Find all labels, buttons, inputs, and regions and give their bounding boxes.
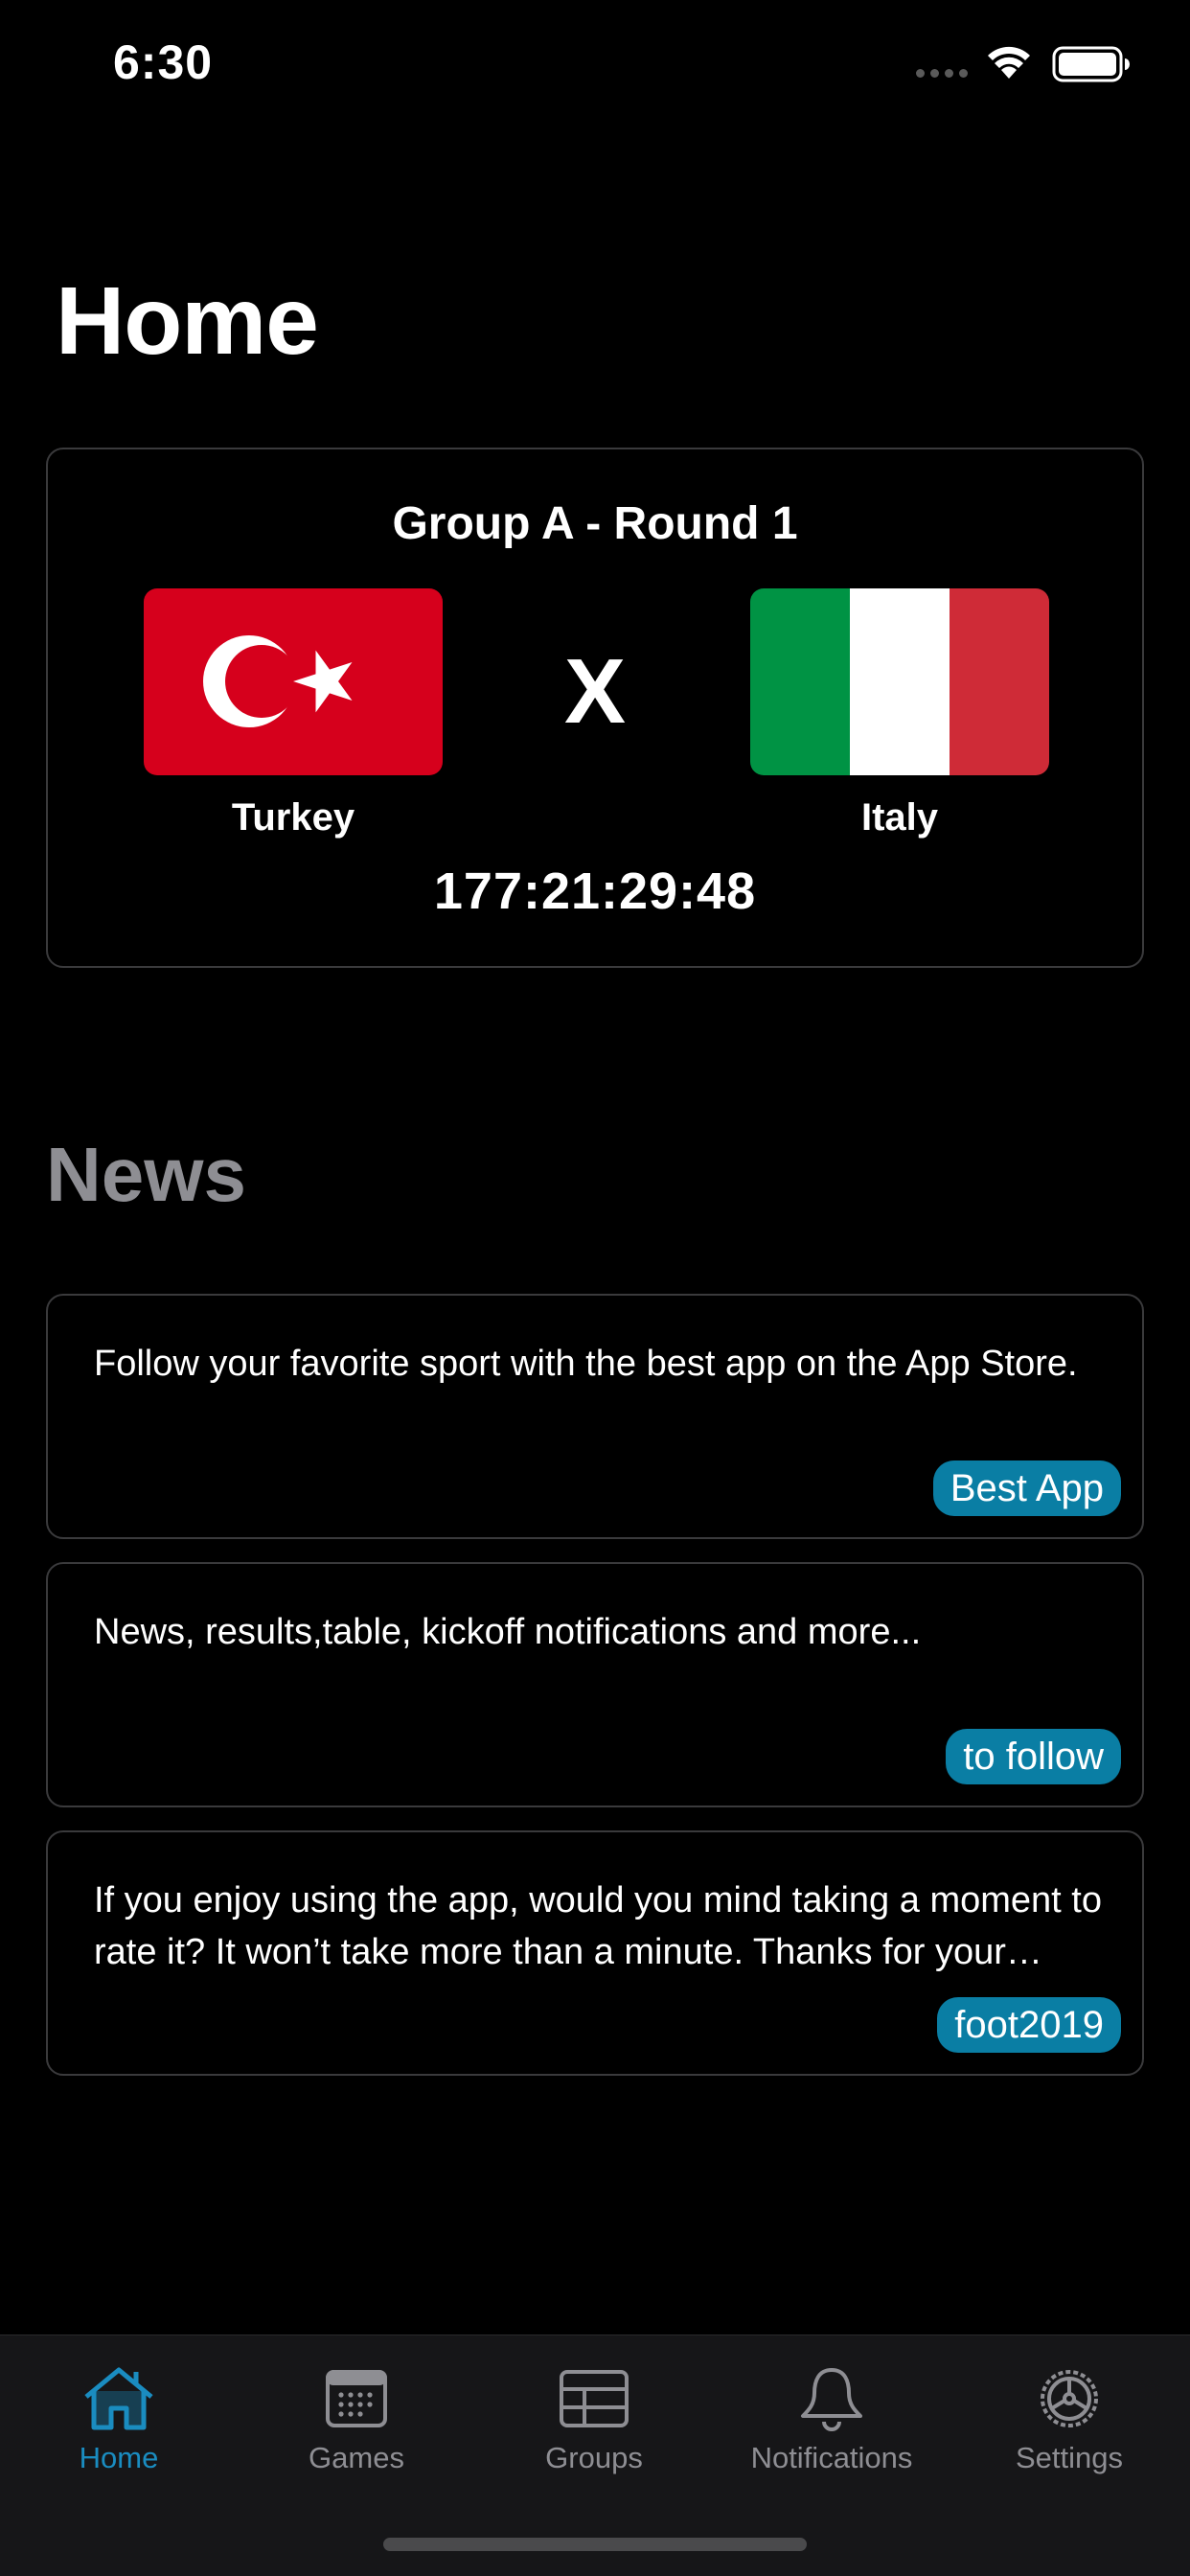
tab-settings-label: Settings [1015, 2441, 1123, 2474]
next-match-card[interactable]: Group A - Round 1 Turkey X Italy 177:21:… [46, 448, 1144, 968]
news-item[interactable]: If you enjoy using the app, would you mi… [46, 1830, 1144, 2076]
news-item-tag: foot2019 [937, 1997, 1121, 2053]
match-countdown: 177:21:29:48 [433, 862, 757, 920]
news-item-text: Follow your favorite sport with the best… [94, 1344, 1078, 1384]
tab-games-label: Games [309, 2441, 404, 2474]
tab-home-label: Home [79, 2441, 159, 2474]
tab-groups-label: Groups [545, 2441, 643, 2474]
news-item-tag: Best App [932, 1460, 1121, 1516]
match-round-label: Group A - Round 1 [392, 498, 798, 549]
wifi-icon [988, 46, 1030, 79]
status-time: 6:30 [113, 35, 214, 89]
italy-flag-icon [750, 588, 1049, 775]
page-title: Home [56, 267, 319, 375]
away-team-name: Italy [860, 796, 939, 839]
gear-icon [1041, 2370, 1098, 2427]
tab-groups[interactable]: Groups [475, 2364, 713, 2475]
battery-icon [1052, 46, 1130, 82]
news-item[interactable]: Follow your favorite sport with the best… [46, 1294, 1144, 1539]
tab-home[interactable]: Home [0, 2364, 238, 2475]
tab-settings[interactable]: Settings [950, 2364, 1188, 2475]
news-item-text: If you enjoy using the app, would you mi… [94, 1880, 1102, 1972]
cellular-signal-icon [916, 69, 968, 78]
news-item[interactable]: News, results,table, kickoff notificatio… [46, 1562, 1144, 1807]
home-indicator [383, 2538, 807, 2551]
tab-notifications[interactable]: Notifications [713, 2364, 950, 2475]
news-item-text: News, results,table, kickoff notificatio… [94, 1612, 922, 1652]
tab-games[interactable]: Games [238, 2364, 475, 2475]
away-team: Italy [750, 588, 1049, 840]
home-team-name: Turkey [231, 796, 355, 839]
calendar-icon [326, 2370, 387, 2427]
house-icon [84, 2367, 153, 2430]
table-icon [560, 2370, 629, 2427]
news-section-title: News [46, 1132, 246, 1217]
status-bar: 6:30 [0, 0, 1190, 129]
tab-notifications-label: Notifications [750, 2441, 913, 2474]
bell-icon [801, 2368, 862, 2431]
news-item-tag: to follow [946, 1729, 1121, 1784]
